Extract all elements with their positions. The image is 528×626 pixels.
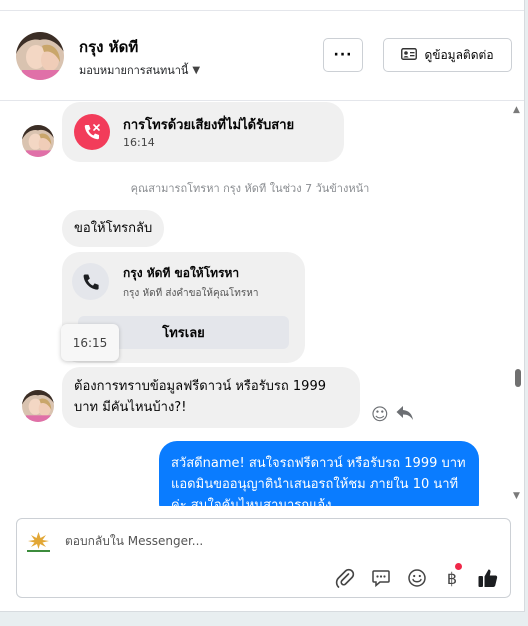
paperclip-icon[interactable] <box>334 567 356 589</box>
incoming-message[interactable]: ต้องการทราบข้อมูลฟรีดาวน์ หรือรับรถ 1999… <box>62 367 360 428</box>
message-text: ต้องการทราบข้อมูลฟรีดาวน์ หรือรับรถ 1999… <box>74 379 326 415</box>
missed-call-time: 16:14 <box>123 136 155 149</box>
message-thread[interactable]: การโทรด้วยเสียงที่ไม่ได้รับสาย 16:14 คุณ… <box>0 101 524 506</box>
notification-dot <box>455 563 462 570</box>
contact-name: กรุง หัดที <box>79 38 139 56</box>
baht-icon[interactable]: ฿ <box>441 563 463 589</box>
page-logo <box>24 530 53 554</box>
contact-avatar <box>22 390 54 422</box>
assign-conversation-dropdown[interactable]: มอบหมายการสนทนานี้ ▼ <box>79 61 200 79</box>
call-window-notice: คุณสามารถโทรหา กรุง หัดที ในช่วง 7 วันข้… <box>130 182 370 195</box>
emoji-icon[interactable] <box>406 567 428 589</box>
contact-info-label: ดูข้อมูลติดต่อ <box>424 47 494 62</box>
conversation-header: กรุง หัดที มอบหมายการสนทนานี้ ▼ ··· ดูข้… <box>0 11 524 101</box>
phone-icon <box>72 263 109 300</box>
message-composer: ฿ <box>16 518 511 598</box>
call-request-subtitle: กรุง หัดที ส่งคำขอให้คุณโทรหา <box>123 288 259 299</box>
scrollbar-thumb[interactable] <box>515 369 521 387</box>
thread-scrollbar[interactable]: ▲ ▼ <box>509 101 524 506</box>
more-options-button[interactable]: ··· <box>323 38 363 72</box>
callback-request-message[interactable]: ขอให้โทรกลับ <box>62 210 165 247</box>
message-input[interactable] <box>65 532 485 550</box>
assign-label: มอบหมายการสนทนานี้ <box>79 64 189 77</box>
smiley-icon[interactable]: ☺ <box>371 405 389 425</box>
missed-call-icon <box>74 114 110 150</box>
caret-down-icon: ▼ <box>192 64 201 76</box>
reply-icon[interactable] <box>395 404 415 426</box>
missed-call-message[interactable]: การโทรด้วยเสียงที่ไม่ได้รับสาย 16:14 <box>62 102 344 162</box>
contact-avatar[interactable] <box>16 32 64 80</box>
contact-card-icon <box>401 47 418 63</box>
missed-call-title: การโทรด้วยเสียงที่ไม่ได้รับสาย <box>123 118 295 133</box>
message-text: สวัสดีname! สนใจรถฟรีดาวน์ หรือรับรถ 199… <box>171 456 466 506</box>
outgoing-message[interactable]: สวัสดีname! สนใจรถฟรีดาวน์ หรือรับรถ 199… <box>159 441 479 506</box>
thumbs-up-icon[interactable] <box>477 567 499 589</box>
inbox-panel: กรุง หัดที มอบหมายการสนทนานี้ ▼ ··· ดูข้… <box>0 0 525 612</box>
timestamp-tooltip: 16:15 <box>61 324 119 361</box>
contact-avatar <box>22 125 54 157</box>
scroll-up-arrow-icon[interactable]: ▲ <box>513 105 520 115</box>
chat-bubble-icon[interactable] <box>370 567 392 589</box>
call-request-title: กรุง หัดที ขอให้โทรหา <box>123 266 240 280</box>
scroll-down-arrow-icon[interactable]: ▼ <box>513 491 520 501</box>
view-contact-info-button[interactable]: ดูข้อมูลติดต่อ <box>383 38 512 72</box>
